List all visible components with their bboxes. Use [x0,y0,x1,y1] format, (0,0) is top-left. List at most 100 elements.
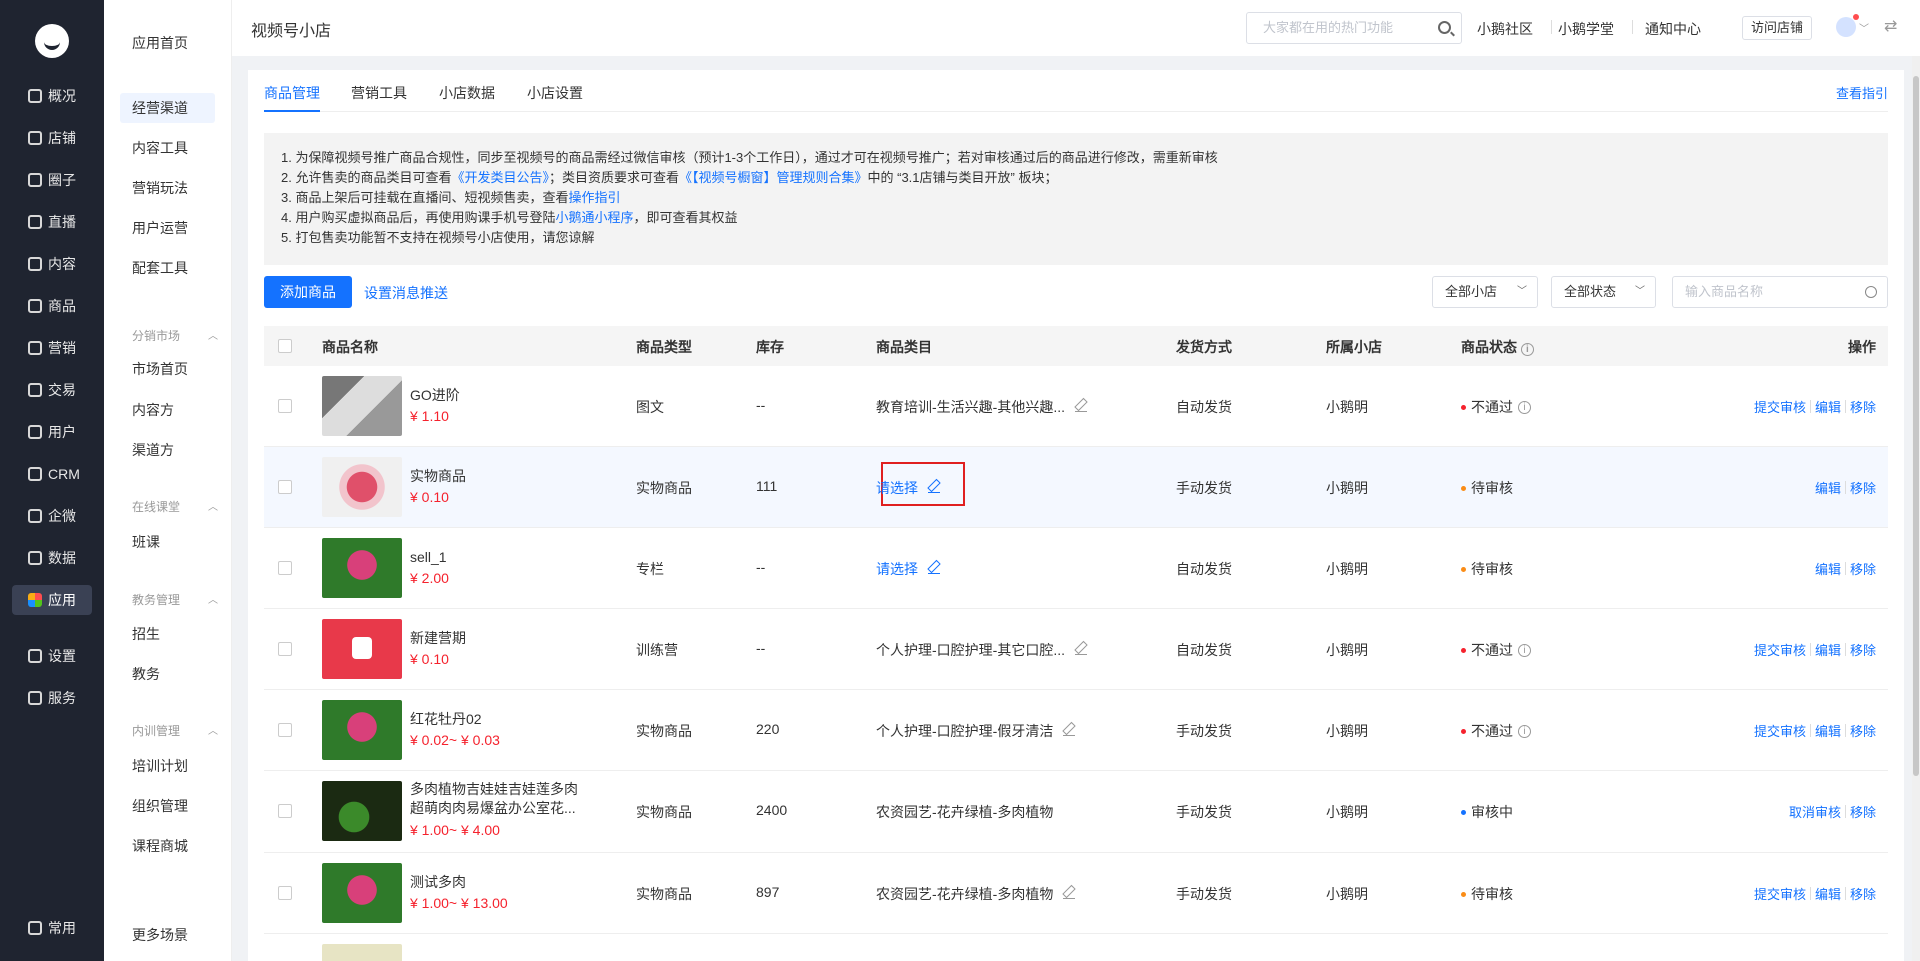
edit-button[interactable]: 编辑 [1815,478,1841,497]
edit-icon[interactable] [1075,643,1087,655]
subnav-course-mall[interactable]: 课程商城 [120,831,215,861]
submit-review-button[interactable]: 提交审核 [1754,640,1806,659]
logo-icon[interactable] [35,24,69,58]
view-guide-link[interactable]: 查看指引 [1836,83,1888,102]
row-checkbox[interactable] [278,399,292,413]
category-announcement-link[interactable]: 《开发类目公告》 [451,170,549,185]
nav-crm[interactable]: CRM [12,459,92,489]
subnav-content-side[interactable]: 内容方 [120,395,215,425]
tab-marketing-tools[interactable]: 营销工具 [351,83,407,103]
row-checkbox[interactable] [278,642,292,656]
product-name[interactable]: 新建营期 [410,629,590,648]
subnav-more[interactable]: 更多场景 [120,920,215,950]
product-name[interactable]: 红花牡丹02 [410,710,590,729]
group-training[interactable]: 内训管理 ︿ [132,722,218,739]
product-name[interactable]: 测试多肉 [410,873,590,892]
nav-overview[interactable]: 概况 [12,81,92,111]
edit-button[interactable]: 编辑 [1815,397,1841,416]
edit-icon[interactable] [1075,400,1087,412]
nav-service[interactable]: 服务 [12,683,92,713]
row-checkbox[interactable] [278,804,292,818]
tab-goods-manage[interactable]: 商品管理 [264,83,320,112]
subnav-channels[interactable]: 经营渠道 [120,93,215,123]
subnav-academic[interactable]: 教务 [120,659,215,689]
scrollbar-thumb[interactable] [1913,76,1919,776]
message-push-link[interactable]: 设置消息推送 [364,283,448,303]
add-goods-button[interactable]: 添加商品 [264,276,352,308]
subnav-support-tools[interactable]: 配套工具 [120,253,215,283]
remove-button[interactable]: 移除 [1850,397,1876,416]
chevron-down-icon[interactable]: ﹀ [1859,20,1869,35]
nav-trade[interactable]: 交易 [12,375,92,405]
nav-frequent[interactable]: 常用 [12,913,92,943]
nav-apps[interactable]: 应用 [12,585,92,615]
product-name[interactable]: 实物商品 [410,467,590,486]
select-all-checkbox[interactable] [278,339,292,353]
nav-user[interactable]: 用户 [12,417,92,447]
remove-button[interactable]: 移除 [1850,884,1876,903]
status-filter-select[interactable]: 全部状态 ﹀ [1551,276,1656,308]
product-name[interactable]: GO进阶 [410,386,590,405]
nav-goods[interactable]: 商品 [12,291,92,321]
group-online-class[interactable]: 在线课堂 ︿ [132,498,218,515]
academy-link[interactable]: 小鹅学堂 [1558,19,1614,39]
remove-button[interactable]: 移除 [1850,559,1876,578]
info-icon[interactable]: i [1518,724,1531,738]
subnav-training-plan[interactable]: 培训计划 [120,751,215,781]
subnav-content-tools[interactable]: 内容工具 [120,133,215,163]
nav-circle[interactable]: 圈子 [12,165,92,195]
mini-program-link[interactable]: 小鹅通小程序 [555,210,633,225]
edit-button[interactable]: 编辑 [1815,559,1841,578]
submit-review-button[interactable]: 提交审核 [1754,397,1806,416]
submit-review-button[interactable]: 提交审核 [1754,884,1806,903]
submit-review-button[interactable]: 提交审核 [1754,721,1806,740]
subnav-org[interactable]: 组织管理 [120,791,215,821]
nav-settings[interactable]: 设置 [12,641,92,671]
visit-store-button[interactable]: 访问店铺 [1742,16,1813,40]
cancel-review-button[interactable]: 取消审核 [1789,802,1841,821]
edit-icon[interactable] [928,481,940,493]
remove-button[interactable]: 移除 [1850,478,1876,497]
goods-name-search-input[interactable]: 输入商品名称 [1672,276,1888,308]
community-link[interactable]: 小鹅社区 [1477,19,1533,39]
edit-button[interactable]: 编辑 [1815,640,1841,659]
nav-live[interactable]: 直播 [12,207,92,237]
edit-icon[interactable] [928,562,940,574]
edit-icon[interactable] [1063,724,1076,736]
nav-wecom[interactable]: 企微 [12,501,92,531]
edit-button[interactable]: 编辑 [1815,721,1841,740]
nav-data[interactable]: 数据 [12,543,92,573]
subnav-class[interactable]: 班课 [120,527,215,557]
choose-category-link[interactable]: 请选择 [876,478,940,498]
group-distribution[interactable]: 分销市场 ︿ [132,327,218,344]
search-icon[interactable] [1865,286,1877,298]
info-icon[interactable]: i [1518,400,1531,414]
nav-content[interactable]: 内容 [12,249,92,279]
row-checkbox[interactable] [278,886,292,900]
notification-link[interactable]: 通知中心 [1645,19,1701,39]
info-icon[interactable]: i [1518,643,1531,657]
row-checkbox[interactable] [278,561,292,575]
rules-collection-link[interactable]: 《【视频号橱窗】管理规则合集》 [679,170,868,185]
remove-button[interactable]: 移除 [1850,721,1876,740]
subnav-market-home[interactable]: 市场首页 [120,354,215,384]
tab-store-data[interactable]: 小店数据 [439,83,495,103]
row-checkbox[interactable] [278,480,292,494]
info-icon[interactable]: i [1520,343,1534,356]
remove-button[interactable]: 移除 [1850,802,1876,821]
choose-category-link[interactable]: 请选择 [876,559,940,579]
nav-store[interactable]: 店铺 [12,123,92,153]
product-name[interactable]: sell_1 [410,548,590,567]
switch-icon[interactable]: ⇄ [1884,16,1897,36]
group-academic[interactable]: 教务管理 ︿ [132,591,218,608]
operation-guide-link[interactable]: 操作指引 [568,190,620,205]
row-checkbox[interactable] [278,723,292,737]
remove-button[interactable]: 移除 [1850,640,1876,659]
global-search-input[interactable]: 大家都在用的热门功能 [1246,12,1462,44]
edit-button[interactable]: 编辑 [1815,884,1841,903]
edit-icon[interactable] [1063,887,1076,899]
search-icon[interactable] [1438,21,1451,34]
subnav-marketing-play[interactable]: 营销玩法 [120,173,215,203]
product-name[interactable]: 多肉植物吉娃娃吉娃莲多肉超萌肉肉易爆盆办公室花... [410,780,590,818]
subnav-user-ops[interactable]: 用户运营 [120,213,215,243]
